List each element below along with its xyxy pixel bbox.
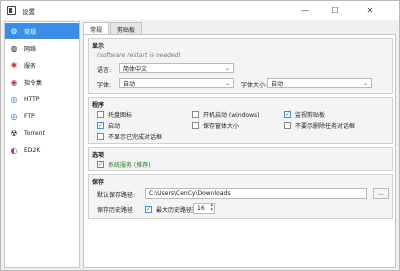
option-label: 开机启动 (windows)	[203, 112, 260, 119]
sidebar-item-label: 网络	[24, 45, 37, 53]
torrent-icon: ☢	[10, 128, 18, 138]
font-label: 字体:	[97, 82, 112, 89]
sidebar-item-instruction[interactable]: ◉ 指令集	[5, 74, 79, 90]
default-path-value: C:\Users\CenCy\Downloads	[149, 190, 231, 197]
group-title: 选项	[92, 152, 105, 159]
default-path-label: 默认保存路径:	[97, 192, 136, 199]
service-icon: ✱	[10, 60, 18, 70]
chevron-down-icon: ⌄	[362, 80, 368, 87]
sidebar-item-label: HTTP	[24, 95, 40, 103]
max-history-value: 16	[197, 205, 205, 212]
option-label: 托盘图标	[108, 112, 133, 119]
no-finished-dialog-option[interactable]: 不显示已完成对话框	[97, 132, 162, 141]
option-label: 启动	[108, 123, 121, 130]
spin-down-icon[interactable]: ▾	[210, 208, 213, 213]
minimize-button[interactable]: —	[291, 1, 319, 20]
program-group: 程序 托盘图标 开机启动 (windows) ✓ 监视剪贴板 ✓ 启动 保存窗体…	[88, 97, 393, 144]
history-checkbox[interactable]: ✓	[145, 206, 152, 213]
restart-note: (software restart is needed)	[97, 52, 181, 59]
language-value: 简体中文	[123, 65, 148, 73]
chevron-down-icon: ⌄	[224, 80, 230, 87]
sidebar-item-label: 常规	[24, 28, 37, 36]
no-finished-dialog-checkbox[interactable]	[97, 133, 104, 140]
tray-icon-option[interactable]: 托盘图标	[97, 110, 132, 119]
save-window-size-checkbox[interactable]	[192, 122, 199, 129]
language-select[interactable]: 简体中文 ⌄	[119, 63, 234, 73]
close-button[interactable]: ✕	[356, 1, 384, 20]
option-label: 系统服务 (推荐)	[108, 162, 151, 169]
option-label: 监视剪贴板	[295, 112, 326, 119]
monitor-clipboard-option[interactable]: ✓ 监视剪贴板	[284, 110, 325, 119]
font-size-select[interactable]: 自动 ⌄	[267, 78, 372, 88]
sidebar-item-label: Torrent	[24, 129, 45, 137]
sidebar-item-label: FTP	[24, 112, 35, 120]
sidebar-item-ftp[interactable]: ◎ FTP	[5, 108, 79, 124]
sidebar-item-http[interactable]: ◎ HTTP	[5, 91, 79, 107]
sidebar-item-service[interactable]: ✱ 服务	[5, 57, 79, 73]
sidebar-item-label: ED2K	[24, 146, 41, 154]
title-bar: 设置 — ☐ ✕	[1, 1, 399, 20]
sidebar-item-ed2k[interactable]: ◐ ED2K	[5, 142, 79, 158]
maximize-button[interactable]: ☐	[321, 1, 349, 20]
http-icon: ◎	[10, 94, 18, 104]
options-group: 选项 ✓ 系统服务 (推荐)	[88, 147, 393, 171]
save-window-size-option[interactable]: 保存窗体大小	[192, 121, 239, 130]
app-icon	[7, 6, 16, 15]
globe-icon: ◍	[10, 43, 18, 53]
sidebar-item-general[interactable]: ⚙ 常规	[5, 23, 79, 39]
launch-checkbox[interactable]: ✓	[97, 122, 104, 129]
browse-button[interactable]: ...	[373, 188, 389, 199]
autostart-option[interactable]: 开机启动 (windows)	[192, 110, 259, 119]
settings-window: 设置 — ☐ ✕ ⚙ 常规 ◍ 网络 ✱ 服务 ◉ 指令集 ◎ HTTP ◎ F…	[0, 0, 400, 271]
sidebar-item-network[interactable]: ◍ 网络	[5, 40, 79, 56]
window-title: 设置	[22, 7, 35, 16]
font-size-label: 字体大小:	[241, 82, 268, 89]
tray-icon-checkbox[interactable]	[97, 111, 104, 118]
sidebar-item-label: 服务	[24, 62, 37, 70]
option-label: 保存窗体大小	[203, 123, 240, 130]
display-group: 显示 (software restart is needed) 语言: 简体中文…	[88, 38, 393, 94]
autostart-checkbox[interactable]	[192, 111, 199, 118]
group-title: 保存	[92, 179, 105, 186]
sidebar-item-label: 指令集	[24, 79, 43, 87]
history-label: 保存历史路径	[97, 207, 134, 214]
no-delete-dialog-option[interactable]: 不要示删除任务对话框	[284, 121, 355, 130]
no-delete-dialog-checkbox[interactable]	[284, 122, 291, 129]
ed2k-icon: ◐	[10, 145, 18, 155]
group-title: 程序	[92, 102, 105, 109]
chevron-down-icon: ⌄	[224, 65, 230, 72]
ftp-icon: ◎	[10, 111, 18, 121]
monitor-clipboard-checkbox[interactable]: ✓	[284, 111, 291, 118]
launch-option[interactable]: ✓ 启动	[97, 121, 120, 130]
group-title: 显示	[92, 43, 105, 50]
sidebar-item-torrent[interactable]: ☢ Torrent	[5, 125, 79, 141]
system-service-checkbox[interactable]: ✓	[97, 161, 104, 168]
font-size-value: 自动	[271, 80, 284, 88]
instruction-icon: ◉	[10, 77, 18, 87]
language-label: 语言:	[97, 67, 112, 74]
option-label: 不显示已完成对话框	[108, 134, 163, 141]
system-service-option[interactable]: ✓ 系统服务 (推荐)	[97, 160, 151, 169]
gear-icon: ⚙	[10, 26, 18, 36]
sidebar: ⚙ 常规 ◍ 网络 ✱ 服务 ◉ 指令集 ◎ HTTP ◎ FTP ☢ Torr…	[4, 21, 80, 268]
option-label: 不要示删除任务对话框	[295, 123, 356, 130]
settings-panel: 显示 (software restart is needed) 语言: 简体中文…	[83, 34, 396, 268]
font-select[interactable]: 自动 ⌄	[119, 78, 234, 88]
default-path-input[interactable]: C:\Users\CenCy\Downloads	[145, 188, 367, 199]
save-group: 保存 默认保存路径: C:\Users\CenCy\Downloads ... …	[88, 174, 393, 219]
font-value: 自动	[123, 80, 136, 88]
max-history-spinbox[interactable]: 16 ▴ ▾	[193, 203, 215, 214]
